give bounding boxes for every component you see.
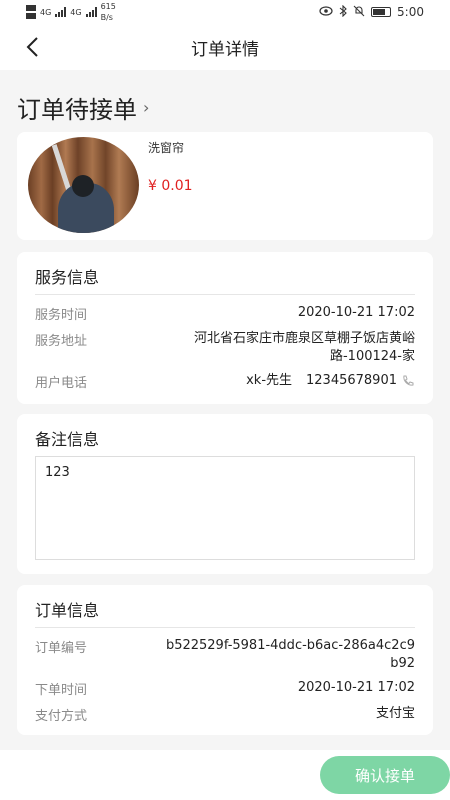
order-info-header: 订单信息 (35, 601, 100, 620)
phone-number[interactable]: 12345678901 (306, 372, 397, 390)
chevron-right-icon: › (143, 98, 150, 117)
payment-method-value: 支付宝 (375, 706, 415, 721)
clock: 5:00 (397, 5, 424, 19)
sim1-icon (26, 5, 36, 11)
page-title: 订单详情 (191, 39, 259, 60)
address-line-1: 河北省石家庄市鹿泉区草棚子饭店黄峪 (193, 331, 415, 346)
payment-method-label: 支付方式 (35, 709, 88, 724)
back-button[interactable] (18, 33, 46, 61)
status-bar-right: 5:00 (319, 4, 424, 20)
nav-bar: 订单详情 (0, 24, 450, 70)
confirm-accept-button[interactable]: 确认接单 (320, 756, 450, 794)
net-speed: 615 B/s (101, 2, 116, 22)
service-address-label: 服务地址 (35, 334, 88, 349)
user-phone-label: 用户电话 (35, 376, 88, 391)
phone-icon[interactable] (401, 374, 415, 388)
signal-icon (55, 7, 67, 17)
bluetooth-icon (339, 4, 347, 20)
product-card: 洗窗帘 ¥ 0.01 (17, 132, 433, 240)
order-number-value: b522529f-5981-4ddc-b6ac-286a4c2c9 b92 (166, 637, 415, 673)
signal-label-left: 4G (40, 7, 52, 17)
status-bar-left: 4G 4G 615 B/s (26, 2, 116, 22)
sim2-icon (26, 13, 36, 19)
divider (35, 294, 415, 295)
mute-bell-icon (353, 5, 365, 20)
chevron-left-icon (26, 37, 38, 57)
order-status-label: 订单待接单 (17, 96, 137, 124)
order-created-label: 下单时间 (35, 683, 88, 698)
divider (35, 627, 415, 628)
bottom-action-bar: 确认接单 (0, 750, 450, 800)
order-number-label: 订单编号 (35, 641, 88, 656)
order-created-value: 2020-10-21 17:02 (297, 680, 415, 695)
remark-card: 备注信息 123 (17, 414, 433, 574)
product-name: 洗窗帘 (148, 141, 185, 155)
eye-icon (319, 5, 333, 19)
remark-textbox[interactable]: 123 (35, 456, 415, 560)
service-address-value: 河北省石家庄市鹿泉区草棚子饭店黄峪 路-100124-家 (194, 330, 415, 366)
sim-icons (26, 5, 36, 19)
service-time-value: 2020-10-21 17:02 (297, 305, 415, 320)
net-speed-value: 615 (100, 2, 116, 11)
order-info-card: 订单信息 订单编号 b522529f-5981-4ddc-b6ac-286a4c… (17, 585, 433, 735)
status-bar: 4G 4G 615 B/s 5:00 (0, 0, 450, 24)
user-phone-value[interactable]: xk-先生 12345678901 (246, 372, 415, 390)
service-info-card: 服务信息 服务时间 2020-10-21 17:02 服务地址 河北省石家庄市鹿… (17, 252, 433, 404)
contact-name: xk-先生 (246, 373, 293, 388)
service-time-label: 服务时间 (35, 308, 88, 323)
battery-icon (371, 7, 392, 17)
product-price: ¥ 0.01 (148, 178, 193, 194)
product-image (28, 137, 139, 233)
net-speed-unit: B/s (100, 13, 113, 22)
signal-label-right: 4G (70, 7, 82, 17)
remark-header: 备注信息 (35, 430, 100, 449)
order-detail-content[interactable]: 订单待接单 › 洗窗帘 ¥ 0.01 服务信息 服务时间 2020-10-21 … (0, 70, 450, 750)
address-line-2: 路-100124-家 (329, 349, 415, 364)
signal-icon-2 (85, 7, 97, 17)
order-number-line-2: b92 (390, 656, 415, 671)
service-info-header: 服务信息 (35, 268, 100, 287)
order-status[interactable]: 订单待接单 › (17, 90, 149, 125)
order-number-line-1: b522529f-5981-4ddc-b6ac-286a4c2c9 (165, 638, 415, 653)
